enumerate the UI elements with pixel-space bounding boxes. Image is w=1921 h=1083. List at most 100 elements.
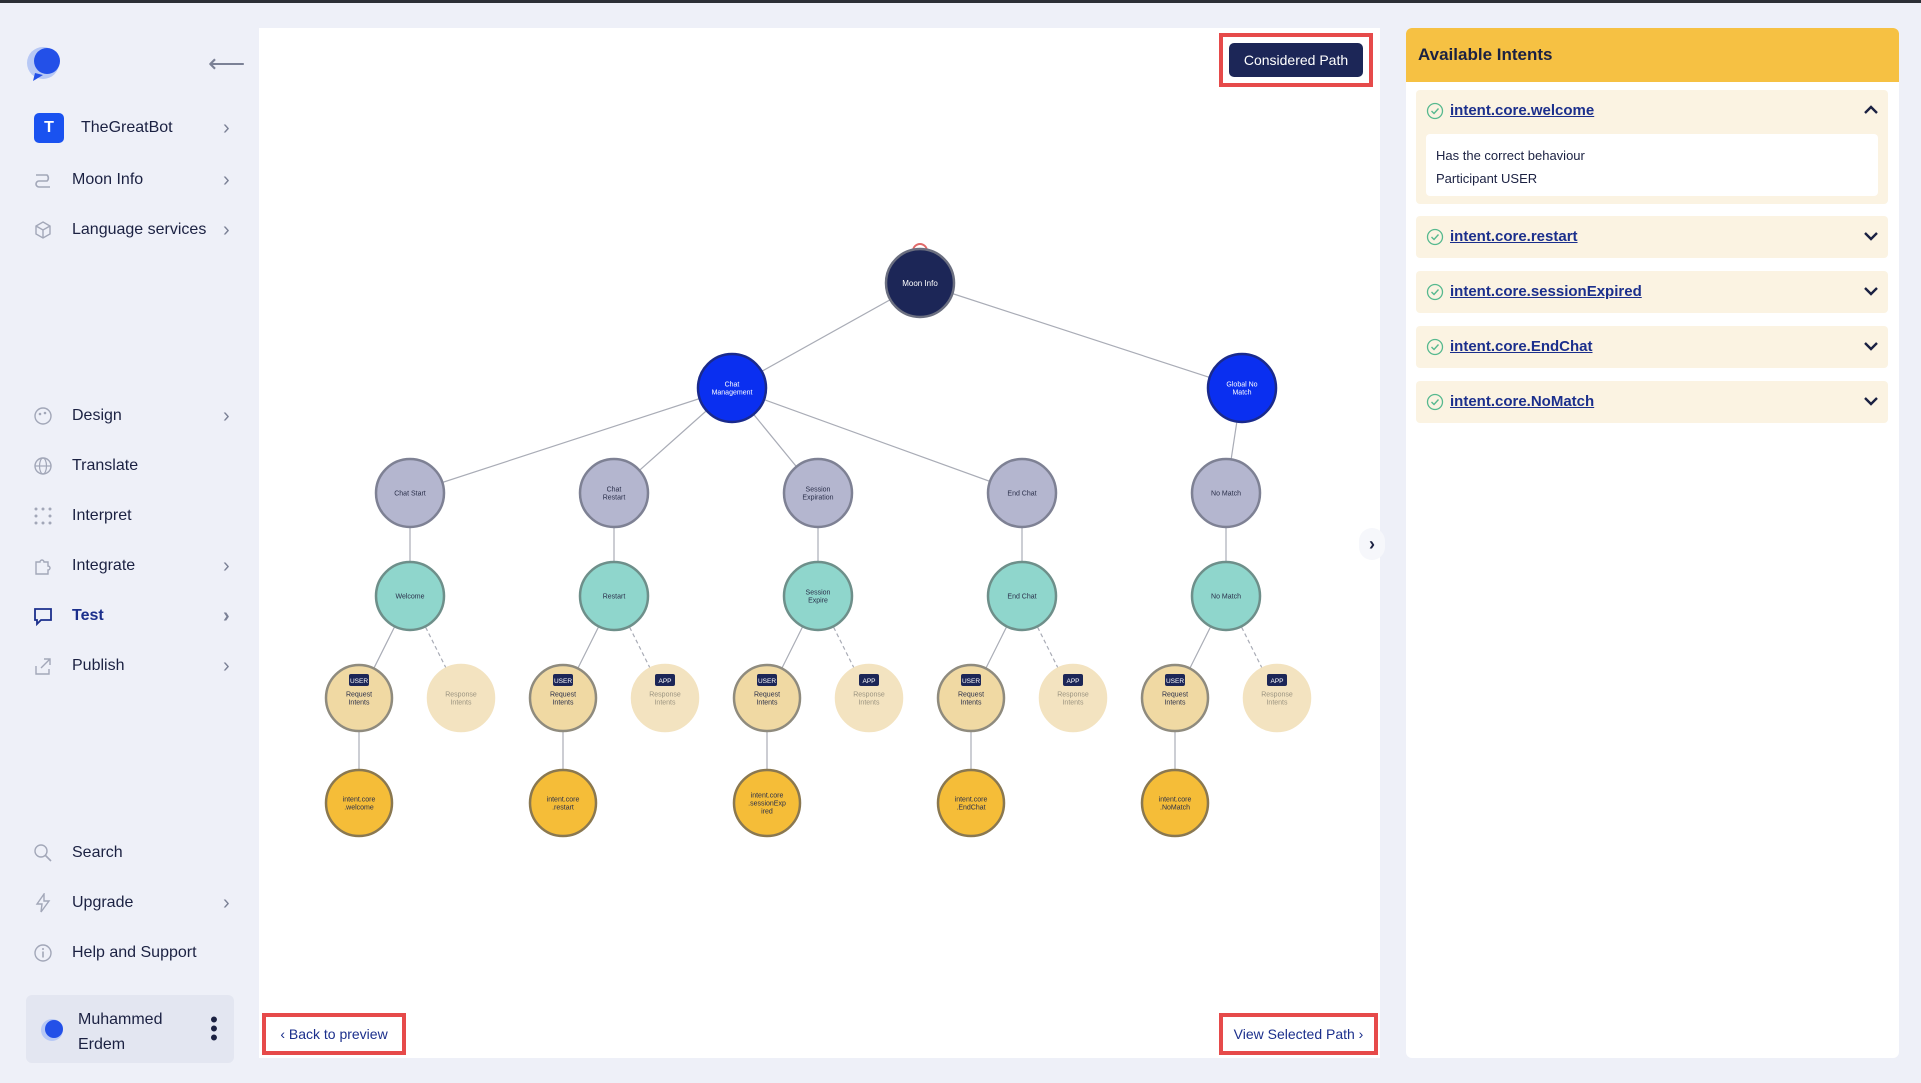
- intent-detail: Has the correct behaviour Participant US…: [1426, 134, 1878, 196]
- chevron-down-icon[interactable]: [1861, 226, 1881, 246]
- node-goal[interactable]: Welcome: [374, 560, 446, 632]
- node-trigger[interactable]: End Chat: [986, 457, 1058, 529]
- sidebar-item-translate[interactable]: Translate: [32, 449, 237, 483]
- back-to-preview-button[interactable]: ‹ Back to preview: [262, 1013, 406, 1055]
- considered-path-button[interactable]: Considered Path: [1229, 43, 1363, 77]
- intent-detail-participant: Participant USER: [1436, 171, 1538, 186]
- chevron-right-icon: ›: [223, 604, 230, 627]
- node-global-no-match-label: Global No: [1226, 381, 1257, 388]
- node-trigger[interactable]: SessionExpiration: [782, 457, 854, 529]
- chat-bubble-icon: [32, 605, 54, 627]
- intent-link[interactable]: intent.core.NoMatch: [1450, 393, 1594, 410]
- node-trigger[interactable]: Chat Start: [374, 457, 446, 529]
- node-global-no-match-label: Match: [1232, 389, 1251, 396]
- puzzle-icon: [32, 555, 54, 577]
- intent-detail-behaviour: Has the correct behaviour: [1436, 148, 1585, 163]
- sidebar-item-language-services[interactable]: Language services ›: [32, 213, 237, 247]
- node-trigger-label: Chat Start: [394, 490, 426, 497]
- intent-link[interactable]: intent.core.welcome: [1450, 102, 1594, 119]
- intent-item-end-chat[interactable]: intent.core.EndChat: [1416, 326, 1888, 368]
- node-root-label: Moon Info: [902, 279, 938, 288]
- node-response-intents-label: Response: [445, 691, 477, 698]
- node-request-intents-label: Intents: [1164, 699, 1186, 706]
- node-goal[interactable]: SessionExpire: [782, 560, 854, 632]
- chevron-right-icon: ›: [223, 168, 230, 191]
- sidebar-item-publish[interactable]: Publish ›: [32, 649, 237, 683]
- sidebar-item-label: Test: [72, 607, 104, 624]
- node-global-no-match[interactable]: Global NoMatch: [1206, 352, 1278, 424]
- node-goal[interactable]: No Match: [1190, 560, 1262, 632]
- intent-link[interactable]: intent.core.restart: [1450, 228, 1578, 245]
- graph-edge: [919, 282, 1243, 389]
- intent-link[interactable]: intent.core.sessionExpired: [1450, 283, 1642, 300]
- intent-item-session-expired[interactable]: intent.core.sessionExpired: [1416, 271, 1888, 313]
- participant-tag-label: APP: [1066, 678, 1079, 685]
- view-selected-path-button[interactable]: View Selected Path ›: [1219, 1013, 1378, 1055]
- check-circle-icon: [1426, 102, 1444, 120]
- collapse-sidebar-icon[interactable]: ⟵: [208, 50, 245, 76]
- node-response-intents-label: Intents: [450, 699, 472, 706]
- node-request-intents-label: Request: [754, 691, 780, 698]
- node-trigger[interactable]: ChatRestart: [578, 457, 650, 529]
- node-goal[interactable]: Restart: [578, 560, 650, 632]
- node-intent-label: intent.core: [343, 796, 376, 803]
- intent-item-no-match[interactable]: intent.core.NoMatch: [1416, 381, 1888, 423]
- node-root[interactable]: Moon Info: [884, 247, 956, 319]
- chevron-right-icon: ›: [223, 654, 230, 677]
- sidebar-item-integrate[interactable]: Integrate ›: [32, 549, 237, 583]
- node-goal-label: No Match: [1211, 593, 1241, 600]
- node-goal-label: Expire: [808, 597, 828, 604]
- chevron-down-icon[interactable]: [1861, 281, 1881, 301]
- node-intent[interactable]: intent.core.EndChat: [936, 768, 1006, 838]
- sidebar-item-label: Help and Support: [72, 944, 197, 961]
- expand-panel-icon[interactable]: ›: [1359, 528, 1385, 560]
- sidebar-item-test[interactable]: Test ›: [32, 599, 237, 633]
- chevron-down-icon[interactable]: [1861, 391, 1881, 411]
- participant-tag-label: USER: [1166, 678, 1184, 685]
- bolt-icon: [32, 892, 54, 914]
- node-response-intents[interactable]: ResponseIntents: [426, 663, 496, 733]
- node-intent[interactable]: intent.core.welcome: [324, 768, 394, 838]
- node-response-intents-label: Response: [1057, 691, 1089, 698]
- sidebar-item-moon-info[interactable]: Moon Info ›: [32, 163, 237, 197]
- considered-path-highlight: Considered Path: [1219, 33, 1373, 87]
- intent-item-restart[interactable]: intent.core.restart: [1416, 216, 1888, 258]
- chevron-right-icon: ›: [223, 218, 230, 241]
- chevron-down-icon[interactable]: [1861, 336, 1881, 356]
- node-request-intents-label: Intents: [756, 699, 778, 706]
- node-goal-label: Restart: [603, 593, 626, 600]
- node-response-intents-label: Response: [853, 691, 885, 698]
- node-request-intents-label: Request: [550, 691, 576, 698]
- intent-item-welcome[interactable]: intent.core.welcome Has the correct beha…: [1416, 90, 1888, 204]
- user-card[interactable]: Muhammed Erdem • • •: [26, 995, 234, 1063]
- node-trigger-label: No Match: [1211, 490, 1241, 497]
- sidebar-item-design[interactable]: Design ›: [32, 399, 237, 433]
- graph-edge: [409, 387, 733, 494]
- node-trigger-label: Restart: [603, 494, 626, 501]
- intent-link[interactable]: intent.core.EndChat: [1450, 338, 1593, 355]
- window-top-border: [0, 0, 1921, 3]
- node-goal[interactable]: End Chat: [986, 560, 1058, 632]
- node-chat-management[interactable]: ChatManagement: [696, 352, 768, 424]
- sidebar-item-interpret[interactable]: Interpret: [32, 499, 237, 533]
- participant-tag-label: USER: [962, 678, 980, 685]
- sidebar-item-label: Language services: [72, 221, 207, 238]
- sidebar-item-search[interactable]: Search: [32, 836, 237, 870]
- node-intent[interactable]: intent.core.sessionExpired: [732, 768, 802, 838]
- node-intent[interactable]: intent.core.NoMatch: [1140, 768, 1210, 838]
- sidebar-item-bot[interactable]: T TheGreatBot ›: [32, 111, 237, 145]
- node-trigger[interactable]: No Match: [1190, 457, 1262, 529]
- node-goal-label: Welcome: [395, 593, 424, 600]
- more-options-icon[interactable]: • • •: [209, 1009, 219, 1049]
- palette-icon: [32, 405, 54, 427]
- node-trigger-label: Chat: [607, 486, 622, 493]
- node-intent[interactable]: intent.core.restart: [528, 768, 598, 838]
- chevron-up-icon[interactable]: [1861, 100, 1881, 120]
- sidebar-item-upgrade[interactable]: Upgrade ›: [32, 886, 237, 920]
- node-intent-label: .NoMatch: [1160, 804, 1190, 811]
- participant-tag-label: APP: [862, 678, 875, 685]
- sidebar-item-label: Design: [72, 407, 122, 424]
- node-trigger-label: End Chat: [1007, 490, 1036, 497]
- chevron-right-icon: ›: [223, 116, 230, 139]
- sidebar-item-help[interactable]: Help and Support: [32, 936, 237, 970]
